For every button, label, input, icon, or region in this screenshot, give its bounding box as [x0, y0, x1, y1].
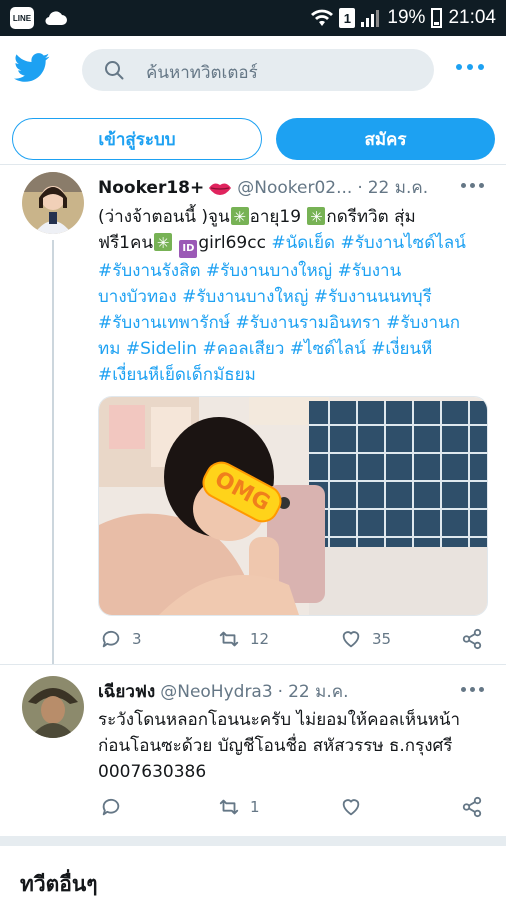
- sparkle-emoji-icon: [307, 204, 326, 230]
- author-handle[interactable]: @Nooker02...: [237, 178, 352, 198]
- retweet-count: 1: [250, 798, 260, 816]
- tweet-menu-icon[interactable]: [461, 687, 484, 692]
- author-name[interactable]: เฉียวฟง: [98, 678, 155, 705]
- avatar[interactable]: [22, 172, 84, 234]
- id-emoji-icon: ID: [179, 240, 198, 258]
- tweet-text: (ว่างจ้าตอนนี้ )จูนอายุ19 กดรีทวิต สุ่มฟ…: [98, 204, 468, 388]
- share-button[interactable]: [461, 796, 483, 818]
- hashtag-link[interactable]: #รับงานนนทบุรี: [314, 287, 432, 307]
- signal-icon: [361, 10, 380, 27]
- tweet-menu-icon[interactable]: [461, 183, 484, 188]
- tweet-date[interactable]: 22 ม.ค.: [368, 174, 428, 201]
- hashtag-link[interactable]: #รับงานเทพารักษ์: [98, 313, 230, 333]
- thread-connector: [52, 240, 54, 664]
- like-button[interactable]: 35: [340, 628, 391, 650]
- tweet-media-image[interactable]: OMG: [98, 396, 488, 616]
- hashtag-link[interactable]: #เงี่ยนหี: [371, 339, 432, 359]
- tweet-actions: 1: [0, 794, 506, 820]
- sim-icon: 1: [339, 8, 356, 28]
- share-button[interactable]: [461, 628, 483, 650]
- reply-button[interactable]: [100, 796, 132, 818]
- search-bar[interactable]: ค้นหาทวิตเตอร์: [82, 49, 434, 91]
- hashtag-link[interactable]: #รับงานรามอินทรา: [235, 313, 380, 333]
- hashtag-link[interactable]: #เงี่ยนหีเย็ดเด็กมัธยม: [98, 365, 256, 385]
- hashtag-link[interactable]: #นัดเย็ด: [271, 233, 335, 253]
- cloud-icon: [45, 11, 67, 26]
- sparkle-emoji-icon: [153, 230, 172, 256]
- tweet-actions: 3 12 35: [0, 626, 506, 652]
- lips-emoji-icon: [209, 183, 232, 195]
- reply-icon: [102, 798, 120, 816]
- search-input[interactable]: ค้นหาทวิตเตอร์: [146, 59, 258, 86]
- retweet-icon: [219, 799, 239, 815]
- share-icon: [462, 628, 482, 650]
- retweet-button[interactable]: 12: [218, 628, 269, 650]
- tweet-header: เฉียวฟง @NeoHydra3 · 22 ม.ค.: [98, 678, 349, 705]
- heart-icon: [342, 799, 360, 816]
- reply-count: 3: [132, 630, 142, 648]
- section-title: ทวีตอื่นๆ: [20, 872, 98, 896]
- hashtag-link[interactable]: #รับงานไซด์ไลน์: [340, 233, 465, 253]
- more-dots-icon[interactable]: [456, 64, 484, 70]
- hashtag-link[interactable]: #คอลเสียว: [202, 339, 284, 359]
- author-handle[interactable]: @NeoHydra3: [160, 682, 272, 702]
- wifi-icon: [311, 9, 334, 26]
- separator-dot: ·: [357, 177, 363, 198]
- divider: [0, 664, 506, 665]
- battery-icon: [431, 8, 443, 28]
- battery-percent: 19%: [387, 7, 426, 28]
- line-app-icon: LINE: [10, 7, 34, 29]
- tweet-date[interactable]: 22 ม.ค.: [288, 678, 348, 705]
- hashtag-link[interactable]: #รับงานบางใหญ่: [206, 261, 332, 281]
- twitter-bird-icon[interactable]: [14, 52, 50, 84]
- hashtag-link[interactable]: #ไซด์ไลน์: [290, 339, 366, 359]
- heart-icon: [342, 631, 360, 648]
- hashtag-link[interactable]: #Sidelin: [126, 339, 197, 359]
- more-tweets-section: ทวีตอื่นๆ: [0, 836, 506, 900]
- avatar[interactable]: [22, 676, 84, 738]
- reply-icon: [102, 630, 120, 648]
- signup-button[interactable]: สมัคร: [276, 118, 495, 160]
- status-bar: LINE 1 19% 21:04: [0, 0, 506, 36]
- sparkle-emoji-icon: [230, 204, 249, 230]
- retweet-count: 12: [250, 630, 270, 648]
- separator-dot: ·: [277, 681, 284, 702]
- hashtag-link[interactable]: #รับงานรังสิต: [98, 261, 200, 281]
- reply-button[interactable]: 3: [100, 628, 142, 650]
- share-icon: [462, 796, 482, 818]
- like-count: 35: [372, 630, 392, 648]
- hashtag-link[interactable]: #รับงานบางใหญ่: [182, 287, 308, 307]
- auth-bar: เข้าสู่ระบบ สมัคร: [0, 104, 506, 165]
- tweet-text: ระวังโดนหลอกโอนนะครับ ไม่ยอมให้คอลเห็นหน…: [98, 710, 461, 782]
- login-button[interactable]: เข้าสู่ระบบ: [12, 118, 262, 160]
- clock: 21:04: [448, 7, 496, 28]
- like-button[interactable]: [340, 796, 372, 818]
- top-bar: ค้นหาทวิตเตอร์: [0, 36, 506, 104]
- author-name[interactable]: Nooker18+: [98, 178, 204, 198]
- tweet-header: Nooker18+ @Nooker02... · 22 ม.ค.: [98, 174, 428, 201]
- search-icon: [105, 61, 124, 80]
- retweet-icon: [219, 631, 239, 647]
- retweet-button[interactable]: 1: [218, 796, 260, 818]
